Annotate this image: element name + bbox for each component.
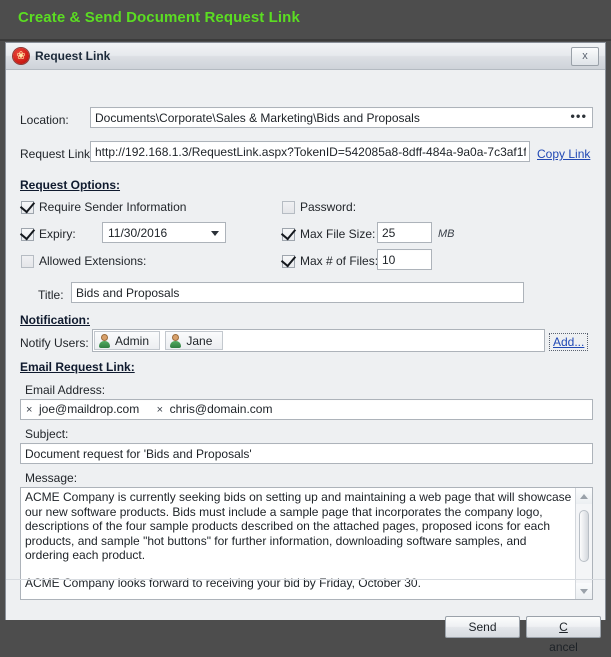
message-textarea[interactable]: ACME Company is currently seeking bids o…: [20, 487, 593, 600]
scrollbar-thumb[interactable]: [579, 510, 589, 562]
cancel-button-label: Cancel: [527, 617, 600, 657]
close-icon: x: [582, 50, 588, 62]
browse-location-button[interactable]: •••: [568, 109, 589, 125]
request-link-label: Request Link:: [20, 147, 94, 161]
max-num-files-value: 10: [382, 252, 396, 267]
cancel-button[interactable]: Cancel: [526, 616, 601, 654]
expiry-checkbox[interactable]: [21, 228, 34, 241]
email-chip[interactable]: × chris@domain.com: [157, 400, 273, 419]
location-value: Documents\Corporate\Sales & Marketing\Bi…: [95, 110, 420, 125]
subject-input[interactable]: Document request for 'Bids and Proposals…: [20, 443, 593, 464]
dialog-title: Request Link: [35, 49, 111, 63]
chevron-down-icon: [211, 230, 219, 236]
expiry-date-select[interactable]: 11/30/2016: [102, 222, 226, 243]
expiry-label: Expiry:: [39, 227, 76, 241]
notification-header: Notification:: [20, 313, 90, 327]
allowed-extensions-label: Allowed Extensions:: [39, 254, 147, 268]
email-request-header: Email Request Link:: [20, 360, 135, 374]
email-chip[interactable]: × joe@maildrop.com: [26, 400, 139, 419]
email-chip-list: × joe@maildrop.com × chris@domain.com: [26, 400, 588, 419]
send-button[interactable]: Send: [445, 616, 520, 638]
remove-email-icon[interactable]: ×: [157, 401, 167, 419]
message-label: Message:: [25, 471, 78, 485]
request-link-input[interactable]: http://192.168.1.3/RequestLink.aspx?Toke…: [90, 141, 530, 162]
message-scrollbar[interactable]: [575, 488, 592, 599]
password-checkbox[interactable]: [282, 201, 295, 214]
notify-user-chip[interactable]: Admin: [94, 331, 161, 350]
allowed-extensions-checkbox[interactable]: [21, 255, 34, 268]
dialog-titlebar: ❀ Request Link x: [6, 43, 605, 70]
notify-user-name: Jane: [186, 334, 213, 348]
person-icon: [98, 335, 111, 348]
location-label: Location:: [20, 113, 69, 127]
require-sender-label: Require Sender Information: [39, 200, 187, 214]
request-link-value: http://192.168.1.3/RequestLink.aspx?Toke…: [95, 144, 526, 159]
dialog-body: Location: Documents\Corporate\Sales & Ma…: [6, 70, 605, 654]
cancel-mnemonic: C: [559, 620, 568, 634]
page-title: Create & Send Document Request Link: [18, 9, 300, 26]
message-paragraph: ACME Company looks forward to receiving …: [25, 575, 421, 590]
notify-user-chip[interactable]: Jane: [165, 331, 224, 350]
max-file-size-checkbox[interactable]: [282, 228, 295, 241]
location-input[interactable]: Documents\Corporate\Sales & Marketing\Bi…: [90, 107, 593, 128]
person-icon: [169, 335, 182, 348]
request-link-dialog: ❀ Request Link x Location: Documents\Cor…: [5, 42, 606, 654]
email-address-label: Email Address:: [25, 383, 106, 397]
message-content: ACME Company is currently seeking bids o…: [25, 490, 573, 599]
scroll-up-icon[interactable]: [576, 488, 592, 504]
send-button-label: Send: [468, 620, 497, 634]
remove-email-icon[interactable]: ×: [26, 401, 36, 419]
copy-link-button[interactable]: Copy Link: [537, 147, 590, 161]
banner-divider: [0, 39, 611, 41]
scroll-down-icon[interactable]: [576, 583, 592, 599]
message-paragraph: ACME Company is currently seeking bids o…: [25, 490, 572, 562]
password-label: Password:: [300, 200, 357, 214]
max-file-size-unit: MB: [438, 228, 455, 240]
max-num-files-input[interactable]: 10: [377, 249, 432, 270]
notify-users-field[interactable]: Admin Jane: [92, 329, 545, 352]
title-input[interactable]: Bids and Proposals: [71, 282, 524, 303]
email-address-value: joe@maildrop.com: [39, 402, 140, 416]
notify-users-label: Notify Users:: [20, 336, 89, 350]
close-button[interactable]: x: [571, 47, 599, 66]
subject-value: Document request for 'Bids and Proposals…: [25, 446, 252, 461]
max-file-size-label: Max File Size:: [300, 227, 376, 241]
notify-user-name: Admin: [115, 334, 150, 348]
max-file-size-value: 25: [382, 225, 396, 240]
app-icon-glyph: ❀: [16, 49, 26, 62]
footer-divider: [6, 579, 605, 580]
cancel-rest: ancel: [549, 640, 578, 654]
max-file-size-input[interactable]: 25: [377, 222, 432, 243]
max-num-files-checkbox[interactable]: [282, 255, 295, 268]
subject-label: Subject:: [25, 427, 69, 441]
email-address-input[interactable]: × joe@maildrop.com × chris@domain.com: [20, 399, 593, 420]
add-notify-user-button[interactable]: Add...: [549, 333, 589, 351]
title-label: Title:: [38, 288, 64, 302]
request-link-app-icon: ❀: [13, 48, 29, 64]
app-banner: Create & Send Document Request Link: [0, 0, 611, 40]
max-num-files-label: Max # of Files:: [300, 254, 379, 268]
require-sender-checkbox[interactable]: [21, 201, 34, 214]
title-value: Bids and Proposals: [76, 285, 180, 300]
email-address-value: chris@domain.com: [169, 402, 273, 416]
request-options-header: Request Options:: [20, 178, 121, 192]
expiry-date-value: 11/30/2016: [108, 225, 168, 240]
